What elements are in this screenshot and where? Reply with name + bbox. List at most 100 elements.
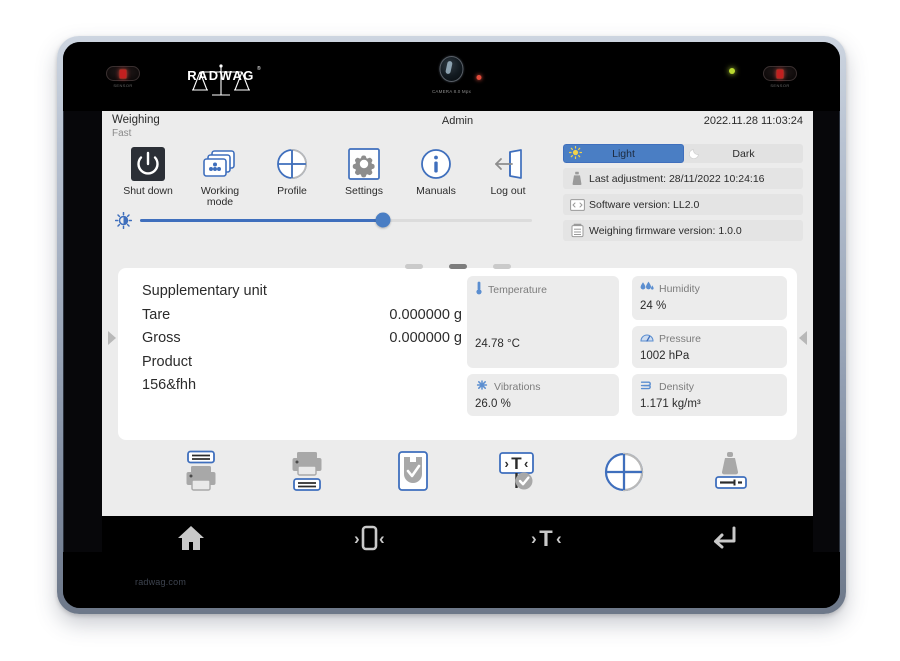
density-icon (640, 379, 654, 394)
thermometer-icon (475, 281, 483, 298)
info-row-software-version[interactable]: Software version: LL2.0 (563, 194, 803, 215)
sensor-pod-right (763, 66, 797, 81)
website-label: radwag.com (135, 577, 187, 587)
vibration-icon (475, 379, 489, 394)
calibration-button[interactable] (703, 450, 757, 498)
quick-action-profile[interactable]: Profile (256, 144, 328, 211)
working-mode-icon (184, 144, 256, 184)
info-row-firmware-version[interactable]: Weighing firmware version: 1.0.0 (563, 220, 803, 241)
svg-text:›: › (531, 529, 537, 548)
sensor-card-header: Density (640, 379, 779, 394)
quick-action-label: Manuals (416, 185, 456, 197)
theme-option-dark[interactable]: Dark (684, 144, 803, 163)
reading-label: Supplementary unit (142, 283, 267, 299)
svg-text:›: › (354, 529, 360, 548)
quick-action-shut-down[interactable]: Shut down (112, 144, 184, 211)
sensor-card-temperature[interactable]: Temperature 24.78 °C (467, 276, 619, 368)
brightness-slider[interactable] (140, 212, 532, 228)
datetime-label: 2022.11.28 11:03:24 (703, 115, 803, 127)
print-footer-button[interactable] (280, 450, 334, 498)
main-content-area: Supplementary unit Tare 0.000000 g Gross… (102, 263, 813, 516)
sensor-card-header: Temperature (475, 281, 611, 298)
device-bottom-bezel: radwag.com (63, 552, 840, 608)
sensor-title: Humidity (659, 282, 700, 295)
weight-adjust-icon (707, 450, 753, 499)
device-screen-housing: SENSOR SENSOR RADWAG ® CAMERA 8.0 Mpx We… (63, 42, 840, 608)
svg-text:‹: ‹ (379, 529, 385, 548)
firmware-icon (569, 223, 585, 238)
svg-text:›: › (505, 456, 509, 471)
printer-header-icon (178, 450, 224, 499)
current-user-label[interactable]: Admin (442, 115, 473, 127)
sensor-card-density[interactable]: Density 1.171 kg/m³ (632, 374, 787, 416)
page-title: Weighing (112, 114, 160, 126)
sensor-led-left-icon (119, 69, 127, 78)
prev-screen-arrow[interactable] (108, 331, 116, 345)
sensor-title: Temperature (488, 283, 547, 296)
adjustment-icon (569, 171, 585, 186)
printer-footer-icon (284, 450, 330, 499)
gauge-icon (640, 331, 654, 346)
reading-row[interactable]: Gross 0.000000 g (142, 327, 462, 351)
weighing-panel-wrap: Supplementary unit Tare 0.000000 g Gross… (118, 268, 797, 440)
sensor-card-humidity[interactable]: Humidity 24 % (632, 276, 787, 320)
quick-action-label: Log out (490, 185, 526, 197)
application-screen: Weighing Fast Admin 2022.11.28 11:03:24 … (102, 111, 813, 516)
sensor-card-pressure[interactable]: Pressure 1002 hPa (632, 326, 787, 368)
power-icon (112, 144, 184, 184)
weighing-card: Supplementary unit Tare 0.000000 g Gross… (118, 268, 797, 440)
sensor-pod-left (106, 66, 140, 81)
sensor-card-header: Vibrations (475, 379, 611, 394)
system-info-panel: Light Dark Last adjustment: 28/11/2022 1… (563, 144, 803, 246)
svg-text:‹: ‹ (556, 529, 562, 548)
info-row-text: Weighing firmware version: 1.0.0 (589, 224, 742, 237)
quick-action-label: Working mode (184, 186, 256, 208)
product-check-button[interactable] (386, 450, 440, 498)
sensor-value: 24.78 °C (475, 338, 520, 350)
camera-lens-icon (439, 56, 464, 82)
tare-confirm-button[interactable]: T › ‹ (491, 450, 545, 498)
function-toolbar: T › ‹ (134, 445, 797, 503)
reading-label: Gross (142, 330, 181, 346)
sensor-title: Density (659, 380, 695, 393)
page-indicator-dot-active[interactable] (448, 264, 467, 269)
weighing-readings: Supplementary unit Tare 0.000000 g Gross… (142, 280, 462, 398)
print-header-button[interactable] (174, 450, 228, 498)
reading-label: Tare (142, 306, 171, 323)
ambient-sensors-group: Temperature 24.78 °C Humidity 24 % Press… (467, 276, 787, 432)
brightness-slider-thumb[interactable] (375, 212, 391, 228)
droplet-icon (640, 281, 654, 296)
page-indicator-dot[interactable] (492, 264, 511, 269)
theme-option-light[interactable]: Light (563, 144, 684, 163)
sensor-led-right-icon (776, 69, 784, 78)
svg-text:T: T (540, 526, 554, 551)
info-icon (400, 144, 472, 184)
sensor-value: 24 % (640, 300, 667, 312)
reading-label: 156&fhh (142, 377, 197, 393)
sensor-value: 1.171 kg/m³ (640, 398, 701, 410)
quick-action-settings[interactable]: Settings (328, 144, 400, 211)
sensor-card-vibrations[interactable]: Vibrations 26.0 % (467, 374, 619, 416)
sensor-title: Vibrations (494, 380, 541, 393)
info-row-last-adjustment[interactable]: Last adjustment: 28/11/2022 10:24:16 (563, 168, 803, 189)
quick-action-working-mode[interactable]: Working mode (184, 144, 256, 211)
tare-confirm-icon: T › ‹ (495, 450, 541, 499)
software-icon (569, 198, 585, 211)
device-frame: SENSOR SENSOR RADWAG ® CAMERA 8.0 Mpx We… (57, 36, 846, 614)
sensor-label-left: SENSOR (113, 83, 133, 88)
reading-row[interactable]: 156&fhh (142, 374, 462, 398)
quick-action-label: Settings (345, 185, 383, 197)
next-screen-arrow[interactable] (799, 331, 807, 345)
reading-row[interactable]: Supplementary unit (142, 280, 462, 304)
quick-action-log-out[interactable]: Log out (472, 144, 544, 211)
reading-row[interactable]: Product (142, 351, 462, 375)
sensor-value: 26.0 % (475, 398, 511, 410)
sensor-card-header: Humidity (640, 281, 779, 296)
info-row-text: Software version: LL2.0 (589, 198, 700, 211)
reading-row[interactable]: Tare 0.000000 g (142, 304, 462, 328)
quick-action-manuals[interactable]: Manuals (400, 144, 472, 211)
svg-text:®: ® (257, 65, 261, 72)
reading-label: Product (142, 353, 192, 370)
page-indicator-dot[interactable] (404, 264, 423, 269)
profile-button[interactable] (597, 450, 651, 498)
